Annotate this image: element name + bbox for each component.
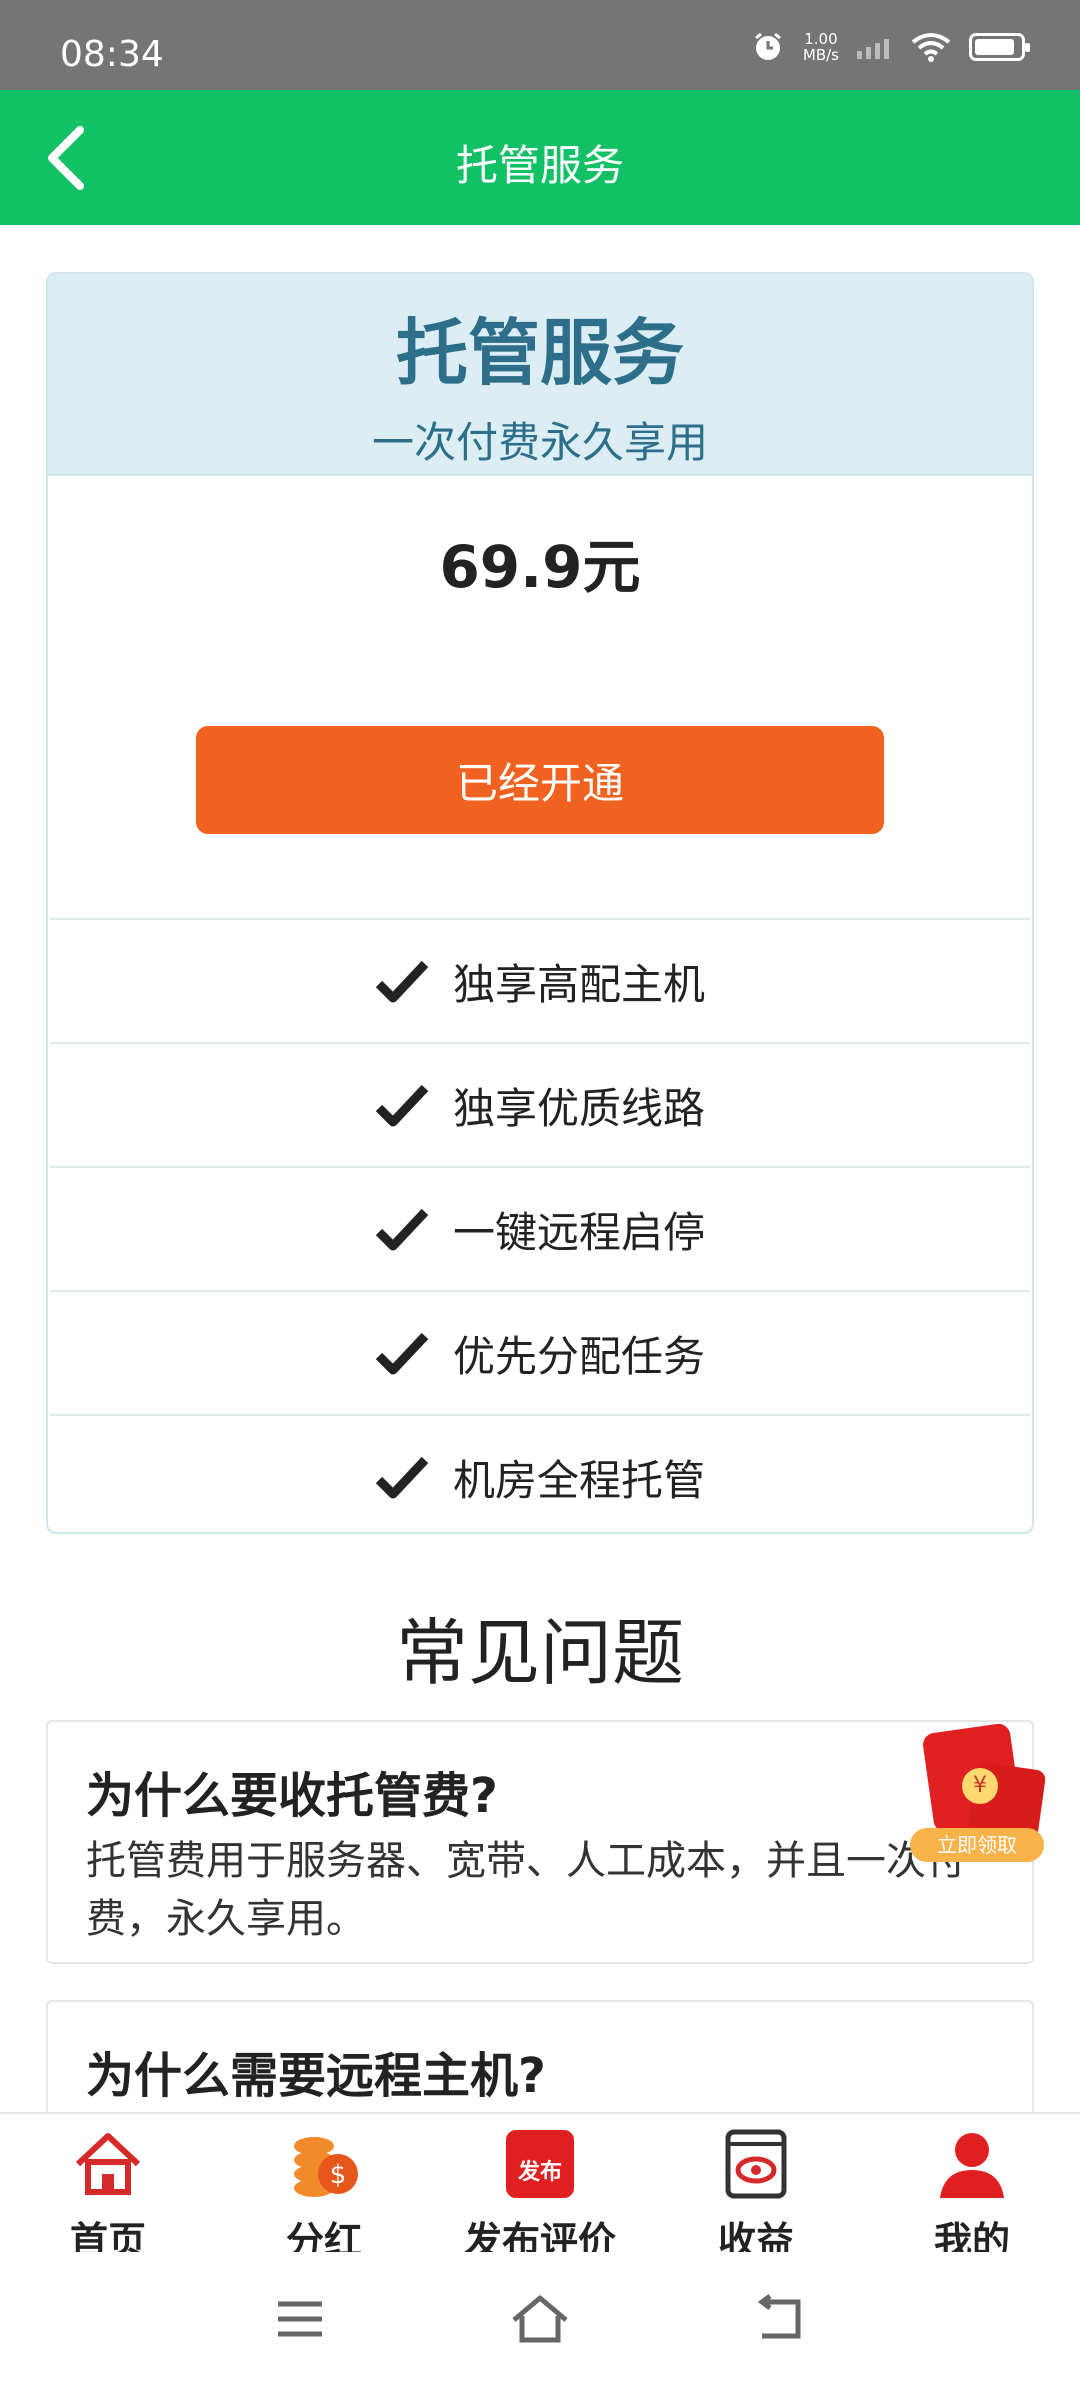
faq-item[interactable]: 为什么要收托管费? 托管费用于服务器、宽带、人工成本，并且一次付费，永久享用。 bbox=[46, 1720, 1034, 1964]
plan-card: 托管服务 一次付费永久享用 69.9元 已经开通 独享高配主机 独享优质线路 一… bbox=[46, 272, 1034, 1534]
faq-item[interactable]: 为什么需要远程主机? bbox=[46, 2000, 1034, 2120]
plan-subtitle: 一次付费永久享用 bbox=[371, 418, 708, 467]
home-icon bbox=[75, 2133, 141, 2195]
faq-question: 为什么需要远程主机? bbox=[86, 2048, 546, 2104]
home-key-icon[interactable] bbox=[510, 2294, 570, 2344]
activated-button[interactable]: 已经开通 bbox=[196, 726, 884, 834]
system-navigation-bar bbox=[0, 2252, 1080, 2388]
status-time: 08:34 bbox=[60, 34, 164, 75]
feature-item: 一键远程启停 bbox=[50, 1166, 1030, 1290]
speed-value: 1.00 bbox=[804, 30, 838, 48]
feature-item: 独享高配主机 bbox=[50, 918, 1030, 1042]
promo-label[interactable]: 立即领取 bbox=[910, 1828, 1044, 1862]
bottom-navigation: 首页 $ 分红 发布 发布评价 收益 我的 bbox=[0, 2112, 1080, 2263]
earnings-icon bbox=[725, 2129, 787, 2199]
page-title: 托管服务 bbox=[455, 141, 624, 190]
check-icon bbox=[375, 1208, 429, 1251]
profile-icon bbox=[940, 2133, 1004, 2198]
alarm-icon bbox=[754, 32, 781, 60]
feature-label: 独享优质线路 bbox=[452, 1083, 705, 1133]
plan-title: 托管服务 bbox=[395, 311, 684, 395]
faq-question: 为什么要收托管费? bbox=[86, 1768, 498, 1824]
red-packet-promo[interactable]: ¥ 立即领取 bbox=[910, 1722, 1050, 1862]
feature-label: 一键远程启停 bbox=[452, 1207, 705, 1257]
nav-profile[interactable]: 我的 bbox=[892, 2128, 1052, 2265]
menu-icon[interactable] bbox=[270, 2294, 330, 2344]
feature-label: 优先分配任务 bbox=[452, 1331, 705, 1381]
nav-home[interactable]: 首页 bbox=[28, 2128, 188, 2265]
feature-item: 机房全程托管 bbox=[50, 1414, 1030, 1532]
svg-text:$: $ bbox=[330, 2160, 347, 2190]
nav-earnings[interactable]: 收益 bbox=[676, 2128, 836, 2265]
feature-label: 机房全程托管 bbox=[452, 1455, 705, 1505]
speed-unit: MB/s bbox=[802, 46, 839, 64]
plan-price: 69.9元 bbox=[439, 533, 641, 601]
check-icon bbox=[375, 1332, 429, 1375]
check-icon bbox=[375, 1084, 429, 1127]
coins-icon: $ bbox=[294, 2137, 358, 2197]
nav-dividends[interactable]: $ 分红 bbox=[244, 2128, 404, 2265]
status-bar: 08:34 1.00 MB/s bbox=[0, 0, 1080, 90]
battery-icon bbox=[969, 33, 1030, 61]
status-icons: 1.00 MB/s bbox=[751, 30, 1030, 64]
signal-icon bbox=[857, 39, 889, 59]
coin-icon: ¥ bbox=[962, 1768, 998, 1804]
nav-publish-review[interactable]: 发布 发布评价 bbox=[460, 2128, 620, 2265]
back-key-icon[interactable] bbox=[750, 2294, 810, 2344]
plan-header: 托管服务 一次付费永久享用 bbox=[48, 274, 1032, 476]
feature-label: 独享高配主机 bbox=[452, 959, 705, 1009]
check-icon bbox=[375, 960, 429, 1003]
feature-list: 独享高配主机 独享优质线路 一键远程启停 优先分配任务 机房全程托管 bbox=[50, 918, 1030, 1532]
app-bar: 托管服务 bbox=[0, 90, 1080, 225]
feature-item: 优先分配任务 bbox=[50, 1290, 1030, 1414]
feature-item: 独享优质线路 bbox=[50, 1042, 1030, 1166]
faq-heading: 常见问题 bbox=[395, 1611, 684, 1695]
publish-icon-text: 发布 bbox=[517, 2160, 562, 2185]
check-icon bbox=[375, 1456, 429, 1499]
wifi-icon bbox=[911, 33, 951, 62]
faq-answer: 托管费用于服务器、宽带、人工成本，并且一次付费，永久享用。 bbox=[86, 1838, 966, 1942]
network-speed: 1.00 MB/s bbox=[803, 31, 839, 63]
